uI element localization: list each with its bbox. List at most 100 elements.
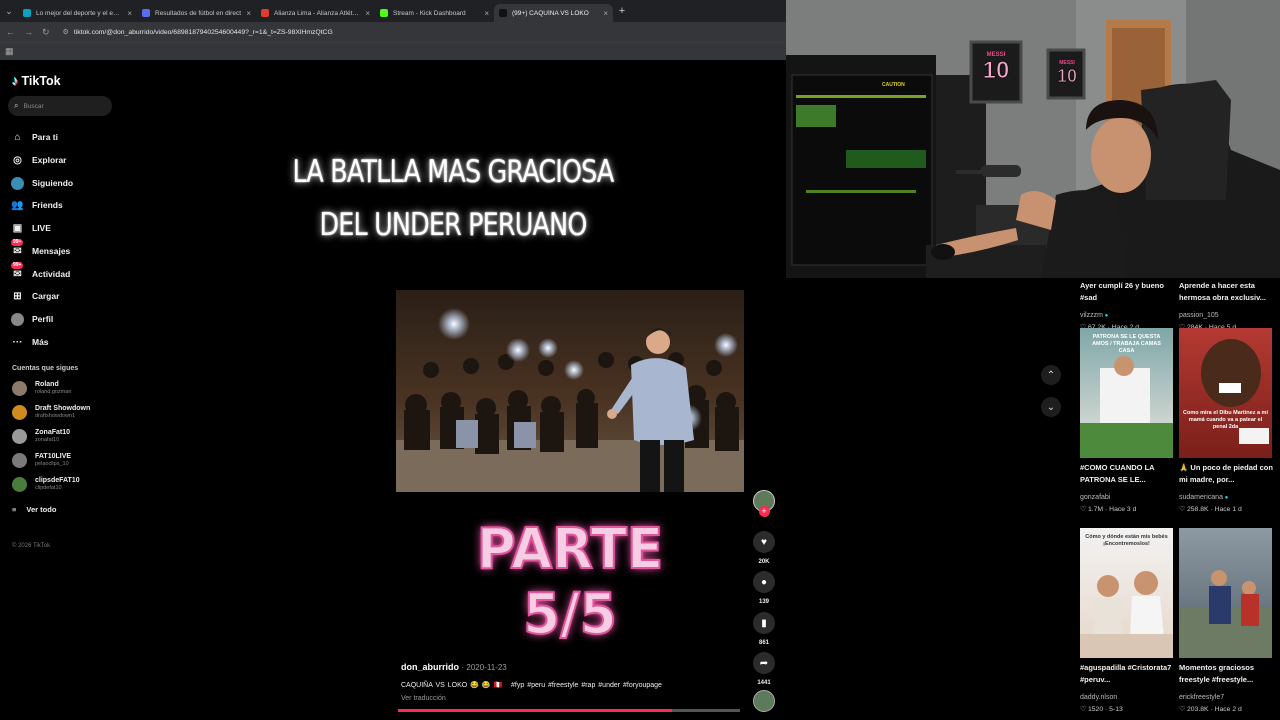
next-video-button[interactable]: ⌄ [1041, 397, 1061, 417]
forward-icon[interactable]: → [24, 27, 33, 37]
browser-tab[interactable]: Alianza Lima - Alianza Atlético × [256, 4, 375, 22]
tab-close-icon[interactable]: × [365, 9, 370, 18]
recommended-video-card[interactable]: PATRONA SE LE QUESTA AMOS / TRABAJA CAMA… [1080, 328, 1175, 515]
video-frame-image [396, 290, 744, 492]
video-thumbnail[interactable] [1179, 528, 1272, 658]
browser-tab[interactable]: Stream - Kick Dashboard × [375, 4, 494, 22]
card-user-line: daddy.nlson [1080, 686, 1175, 704]
see-all-label: Ver todo [26, 505, 57, 514]
followed-account[interactable]: Draft Showdown draftshowdown1 [12, 402, 90, 422]
card-username[interactable]: erickfreestyle7 [1179, 694, 1224, 701]
new-tab-button[interactable]: + [613, 5, 631, 17]
browser-tab[interactable]: Lo mejor del deporte y el entre × [18, 4, 137, 22]
see-translation-link[interactable]: Ver traducción [401, 695, 662, 702]
account-handle: clipdefat10 [35, 484, 62, 491]
recommended-video-card[interactable]: Aprende a hacer esta hermosa obra exclus… [1179, 276, 1274, 333]
video-thumbnail[interactable]: Como mira el Dibu Martínez a mi mamá cua… [1179, 328, 1272, 458]
video-player[interactable]: LA BATLLA MAS GRACIOSA DEL UNDER PERUANO [120, 62, 786, 720]
tiktok-sidebar: ♪ TikTok ⌕ Buscar ⌂ Para ti ◎ Explorar Sigui… [0, 62, 120, 720]
nav-item-friends[interactable]: 👥 Friends [11, 196, 116, 214]
see-all-button[interactable]: ≡ Ver todo [12, 505, 56, 514]
post-age: Hace 1 d [1214, 506, 1242, 513]
recommended-video-card[interactable]: Momentos graciosos freestyle #freestyle.… [1179, 528, 1274, 715]
nav-item-live[interactable]: ▣ LIVE [11, 219, 116, 237]
like-count: 1520 [1087, 706, 1104, 713]
account-handle: zonafat10 [35, 436, 60, 443]
account-handle: draftshowdown1 [35, 412, 76, 419]
like-button[interactable]: ♥ 20K [750, 531, 778, 565]
card-username[interactable]: passion_105 [1179, 312, 1219, 319]
url-field[interactable]: ⚙ tiktok.com/@don_aburrido/video/6898187… [63, 25, 623, 39]
video-title-line-2: DEL UNDER PERUANO [319, 207, 587, 243]
account-handle: pelaoclips_10 [35, 460, 69, 467]
card-user-line: gonzafabi [1080, 486, 1175, 504]
back-icon[interactable]: ← [6, 27, 15, 37]
video-thumbnail[interactable]: Cómo y dónde están mis bebés ¡Encontremo… [1080, 528, 1173, 658]
nav-item-perfil[interactable]: Perfil [11, 310, 116, 328]
video-progress-bar[interactable] [398, 709, 740, 712]
card-title[interactable]: Aprende a hacer esta hermosa obra exclus… [1179, 280, 1274, 304]
card-username[interactable]: daddy.nlson [1080, 694, 1117, 701]
nav-item-actividad[interactable]: ✉ 99+ Actividad [11, 261, 116, 283]
tiktok-logo[interactable]: ♪ TikTok [12, 73, 61, 88]
nav-item-explorar[interactable]: ◎ Explorar [11, 151, 116, 169]
browser-tab[interactable]: (99+) CAQUIÑA VS LOKO × [494, 4, 613, 22]
reload-icon[interactable]: ↻ [42, 27, 50, 38]
compass-icon: ◎ [13, 154, 22, 166]
nav-item-cargar[interactable]: ⊞ Cargar [11, 287, 116, 305]
following-avatar-icon [11, 176, 24, 190]
follow-plus-icon[interactable]: + [758, 506, 770, 517]
browser-tab-strip: ⌄ Lo mejor del deporte y el entre × Result… [0, 0, 786, 22]
nav-item-siguiendo[interactable]: Siguiendo [11, 174, 116, 192]
browser-tab[interactable]: Resultados de fútbol en direct × [137, 4, 256, 22]
card-username[interactable]: vilzzzm [1080, 312, 1103, 319]
card-user-line: sudamericana ● [1179, 486, 1274, 504]
followed-account[interactable]: ZonaFat10 zonafat10 [12, 426, 70, 446]
sound-disc-button[interactable] [750, 690, 778, 712]
recommended-video-card[interactable]: Cómo y dónde están mis bebés ¡Encontremo… [1080, 528, 1175, 715]
account-name: Roland [35, 380, 59, 388]
nav-item-para-ti[interactable]: ⌂ Para ti [11, 128, 116, 146]
author-name[interactable]: don_aburrido [401, 662, 459, 672]
hashtags[interactable]: #fyp #peru #freestyle #rap #under #foryo… [511, 682, 662, 689]
account-names: FAT10LIVE pelaoclips_10 [35, 453, 71, 468]
followed-account[interactable]: clipsdeFAT10 clipdefat10 [12, 474, 80, 494]
save-button[interactable]: ▮ 861 [750, 612, 778, 646]
card-title[interactable]: Momentos graciosos freestyle #freestyle.… [1179, 662, 1274, 686]
tab-close-icon[interactable]: × [127, 9, 132, 18]
nav-item-m-s[interactable]: ··· Más [11, 333, 116, 351]
copyright: © 2026 TikTok [12, 543, 51, 549]
nav-label: Más [32, 337, 49, 347]
previous-video-button[interactable]: ⌃ [1041, 365, 1061, 385]
tab-close-icon[interactable]: × [603, 9, 608, 18]
card-title[interactable]: #aguspadilla #Cristorata7 #peruv... [1080, 662, 1175, 686]
nav-label: Siguiendo [32, 178, 74, 188]
live-icon: ▣ [12, 222, 23, 234]
share-icon: ➦ [753, 652, 775, 674]
recommended-video-card[interactable]: Como mira el Dibu Martínez a mi mamá cua… [1179, 328, 1274, 515]
nav-item-mensajes[interactable]: ✉ 99+ Mensajes [11, 238, 116, 260]
bookmarks-bar: ▦ [0, 42, 786, 60]
tab-close-icon[interactable]: × [246, 9, 251, 18]
webcam-overlay: MESSI 10 MESSI 10 CAUTION [786, 0, 1280, 278]
friends-icon: 👥 [11, 199, 24, 211]
video-thumbnail[interactable]: PATRONA SE LE QUESTA AMOS / TRABAJA CAMA… [1080, 328, 1173, 458]
card-title[interactable]: #COMO CUANDO LA PATRONA SE LE... [1080, 462, 1175, 486]
apps-grid-icon[interactable]: ▦ [5, 46, 14, 56]
recommended-video-card[interactable]: Ayer cumplí 26 y bueno #sadvilzzzm ●♡ 67… [1080, 276, 1175, 333]
card-title[interactable]: Ayer cumplí 26 y bueno #sad [1080, 280, 1175, 304]
comment-button[interactable]: ● 139 [750, 571, 778, 605]
site-info-icon[interactable]: ⚙ [63, 28, 69, 36]
tab-list: Lo mejor del deporte y el entre × Resultad… [18, 0, 613, 22]
followed-account[interactable]: Roland roland.gozman [12, 378, 71, 398]
tab-close-icon[interactable]: × [484, 9, 489, 18]
creator-avatar-button[interactable]: + [750, 490, 778, 517]
card-username[interactable]: sudamericana [1179, 494, 1223, 501]
card-username[interactable]: gonzafabi [1080, 494, 1110, 501]
share-button[interactable]: ➦ 1441 [750, 652, 778, 686]
followed-account[interactable]: FAT10LIVE pelaoclips_10 [12, 450, 71, 470]
tab-search-icon[interactable]: ⌄ [0, 0, 18, 22]
card-title[interactable]: 🙏 Un poco de piedad con mi madre, por... [1179, 462, 1274, 486]
search-input[interactable]: ⌕ Buscar [8, 96, 112, 116]
nav-label: Friends [32, 200, 63, 210]
